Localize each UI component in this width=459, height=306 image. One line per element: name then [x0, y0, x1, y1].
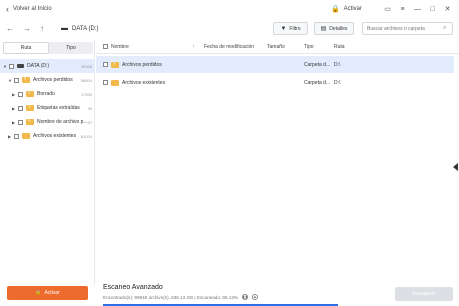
recover-button[interactable]: Recuperar — [395, 287, 453, 301]
search-icon[interactable]: ⌕ — [443, 25, 446, 32]
filter-icon: ▼ — [280, 25, 287, 32]
activate-button-label: Activar — [44, 290, 60, 296]
tree-item-borrado[interactable]: ▶ Borrado 17930 — [0, 87, 95, 101]
column-header-tipo[interactable]: Tipo — [304, 44, 314, 50]
details-button[interactable]: ▤ Detalles — [314, 22, 354, 35]
row-checkbox[interactable] — [103, 80, 108, 85]
row-type: Carpeta d... — [304, 79, 331, 86]
forward-icon[interactable]: → — [23, 24, 40, 33]
activate-top-button[interactable]: 🔒 Activar — [331, 5, 362, 13]
tree-item-archivos-perdidos[interactable]: ▼ Archivos perdidos 98824 — [0, 73, 95, 87]
tree-item-label: Borrado — [37, 91, 55, 97]
search-box[interactable]: ⌕ — [362, 22, 453, 35]
tree-checkbox[interactable] — [14, 133, 19, 139]
tree-item-count: 37 — [87, 119, 92, 125]
folder-icon — [22, 133, 30, 139]
collapse-panel-icon[interactable] — [453, 163, 458, 171]
tree-checkbox[interactable] — [9, 63, 14, 69]
tree-checkbox[interactable] — [18, 105, 23, 111]
tree-item-count: 99948 — [80, 63, 92, 69]
lost-folder-icon — [26, 104, 34, 111]
activate-button[interactable]: 🔒 Activar — [7, 286, 88, 300]
row-name: Archivos perdidos — [122, 61, 162, 68]
tree-item-count: 81024 — [80, 133, 92, 139]
folder-tree: ▼ DATA (D:) 99948 ▼ Archivos perdidos 98… — [0, 59, 95, 143]
left-panel: Ruta Tipo ▼ DATA (D:) 99948 ▼ Archivos p… — [0, 39, 95, 284]
tree-item-label: Archivos existentes — [33, 133, 77, 139]
pause-icon[interactable]: ❚❚ — [242, 294, 249, 300]
table-row[interactable]: Archivos existentes Carpeta d... D:\ — [96, 74, 454, 91]
lost-folder-icon — [22, 76, 30, 83]
lost-folder-icon — [26, 90, 34, 97]
row-type: Carpeta d... — [304, 61, 331, 68]
row-path: D:\ — [334, 61, 341, 68]
scan-info: Encontrado(s): 99948 archivo(s), 836.13 … — [103, 294, 259, 300]
filter-button[interactable]: ▼ Filtro — [273, 22, 308, 35]
column-header-tamano[interactable]: Tamaño — [267, 44, 285, 50]
back-to-home-label: Volver al Inicio — [13, 6, 52, 12]
table-header: Nombre ↑ Fecha de modificación Tamaño Ti… — [96, 40, 459, 54]
lost-folder-icon — [111, 61, 119, 68]
tree-item-data-drive[interactable]: ▼ DATA (D:) 99948 — [0, 59, 95, 73]
breadcrumb[interactable]: ▬ DATA (D:) — [61, 25, 98, 32]
tab-ruta[interactable]: Ruta — [3, 42, 49, 54]
maximize-button[interactable]: □ — [425, 6, 440, 13]
tree-item-count: 17930 — [80, 91, 92, 97]
tree-item-etiquetas-extraidas[interactable]: ▶ Etiquetas extraídas 39 — [0, 101, 95, 115]
column-header-nombre[interactable]: Nombre — [111, 44, 129, 50]
row-path: D:\ — [334, 79, 341, 86]
view-tabs: Ruta Tipo — [3, 42, 93, 54]
tree-checkbox[interactable] — [18, 91, 23, 97]
sort-icon[interactable]: ↑ — [192, 44, 195, 50]
lock-icon: 🔒 — [330, 6, 340, 13]
tree-item-label: DATA (D:) — [27, 63, 50, 69]
back-arrow-icon: ‹ — [6, 3, 9, 14]
details-icon: ▤ — [320, 26, 327, 32]
tree-item-archivos-existentes[interactable]: ▶ Archivos existentes 81024 — [0, 129, 95, 143]
lock-icon: 🔒 — [35, 290, 42, 296]
tree-item-count: 39 — [87, 105, 92, 111]
back-icon[interactable]: ← — [6, 24, 23, 33]
scan-info-text: Encontrado(s): 99948 archivo(s), 836.13 … — [103, 294, 239, 300]
row-name: Archivos existentes — [122, 79, 166, 86]
select-all-checkbox[interactable] — [103, 44, 108, 49]
filter-label: Filtro — [289, 25, 301, 32]
back-to-home-button[interactable]: ‹ Volver al Inicio — [6, 3, 52, 14]
tree-checkbox[interactable] — [14, 77, 19, 83]
row-checkbox[interactable] — [103, 62, 108, 67]
up-icon[interactable]: ↑ — [40, 24, 57, 33]
close-button[interactable]: ✕ — [440, 5, 455, 13]
table-row[interactable]: Archivos perdidos Carpeta d... D:\ — [96, 56, 454, 73]
tree-item-nombre-de-archivo[interactable]: ▶ Nombre de archivo p... 37 — [0, 115, 95, 129]
details-label: Detalles — [329, 25, 348, 32]
minimize-button[interactable]: — — [410, 6, 425, 13]
drive-icon — [17, 64, 24, 68]
folder-icon — [111, 79, 119, 86]
drive-icon: ▬ — [61, 25, 68, 32]
tree-checkbox[interactable] — [18, 119, 23, 125]
tree-item-label: Nombre de archivo p... — [37, 119, 88, 125]
column-header-ruta[interactable]: Ruta — [334, 44, 345, 50]
column-header-fecha[interactable]: Fecha de modificación — [204, 44, 254, 50]
file-table: Nombre ↑ Fecha de modificación Tamaño Ti… — [96, 39, 459, 284]
lost-folder-icon — [26, 118, 34, 125]
scan-title: Escaneo Avanzado — [103, 284, 163, 291]
tree-item-count: 98824 — [80, 77, 92, 83]
scan-status-bar: Escaneo Avanzado Encontrado(s): 99948 ar… — [96, 284, 459, 306]
search-input[interactable] — [367, 25, 443, 32]
menu-icon[interactable]: ≡ — [395, 6, 410, 13]
feedback-icon[interactable]: ▭ — [380, 5, 395, 13]
activate-top-label: Activar — [343, 6, 362, 12]
title-bar: ‹ Volver al Inicio 🔒 Activar ▭ ≡ — □ ✕ — [0, 0, 459, 18]
tree-item-label: Archivos perdidos — [33, 77, 73, 83]
tab-tipo[interactable]: Tipo — [49, 42, 93, 54]
breadcrumb-drive-label: DATA (D:) — [72, 25, 99, 32]
tree-item-label: Etiquetas extraídas — [37, 105, 80, 111]
stop-icon[interactable]: ■ — [252, 294, 259, 300]
